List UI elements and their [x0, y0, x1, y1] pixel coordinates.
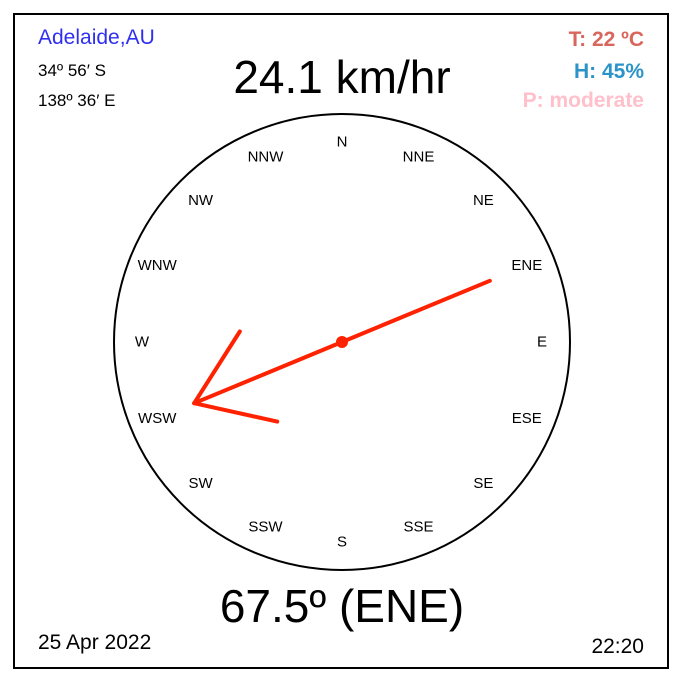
compass-label-nnw: NNW	[248, 149, 285, 166]
compass-label-sse: SSE	[403, 518, 433, 535]
compass-label-ne: NE	[473, 192, 494, 209]
compass-label-wsw: WSW	[138, 410, 177, 427]
date-label: 25 Apr 2022	[38, 631, 152, 654]
compass-label-e: E	[537, 334, 547, 351]
compass-label-w: W	[135, 334, 150, 351]
compass-label-ese: ESE	[512, 410, 542, 427]
compass-label-nne: NNE	[403, 149, 435, 166]
wind-direction-arrow	[192, 278, 492, 424]
compass-label-se: SE	[473, 475, 493, 492]
time-label: 22:20	[591, 635, 644, 658]
wind-direction-readout: 67.5º (ENE)	[219, 580, 465, 632]
compass-label-ene: ENE	[511, 257, 542, 274]
compass-label-wnw: WNW	[138, 257, 178, 274]
compass-label-ssw: SSW	[248, 518, 283, 535]
arrow-center-dot	[336, 336, 348, 348]
compass-label-n: N	[337, 134, 348, 151]
compass-label-s: S	[337, 534, 347, 551]
compass-label-nw: NW	[188, 192, 214, 209]
arrow-head-barb-2	[192, 401, 280, 424]
compass-label-sw: SW	[189, 475, 214, 492]
